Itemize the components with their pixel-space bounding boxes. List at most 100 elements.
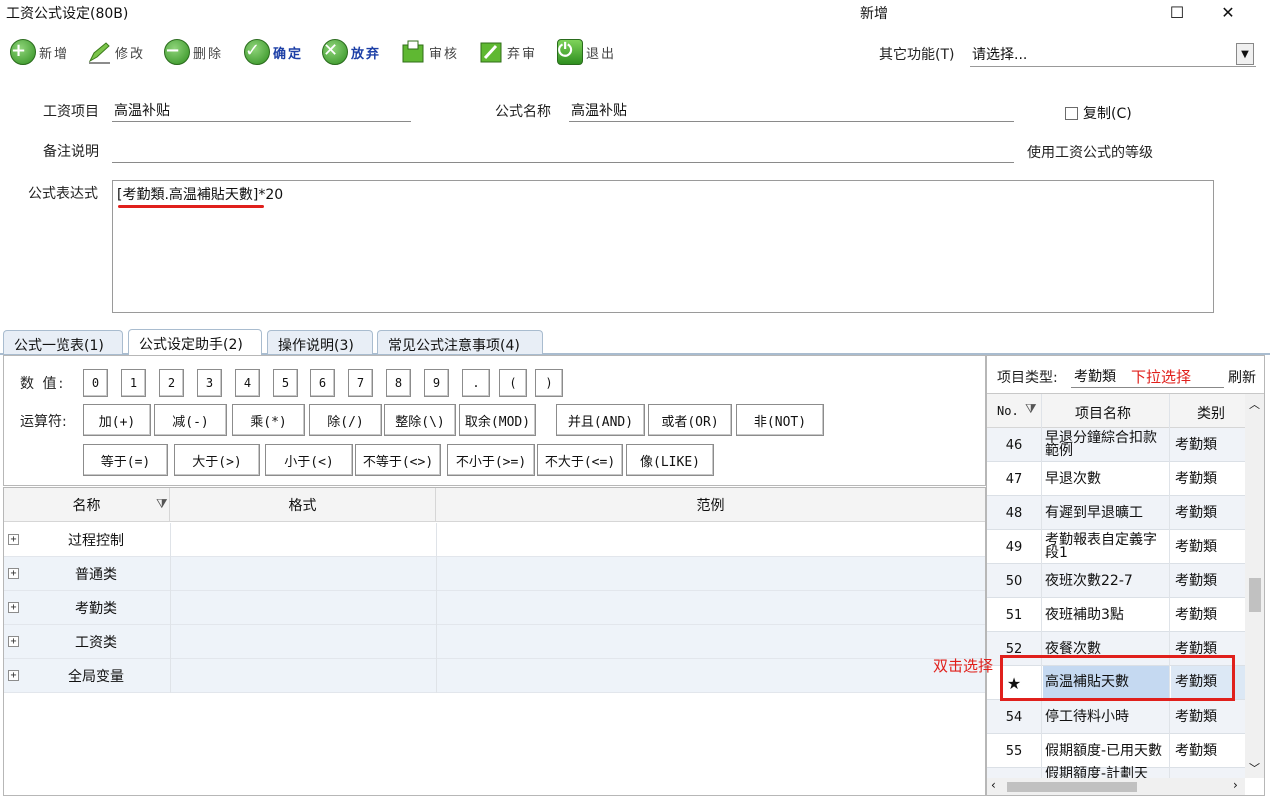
dropdown-hint-annotation: 下拉选择: [1131, 368, 1192, 386]
scroll-right-icon[interactable]: ›: [1233, 778, 1238, 792]
list-item[interactable]: 47 早退次數 考勤類: [987, 462, 1245, 496]
header-category[interactable]: 类别: [1197, 403, 1225, 423]
maximize-button[interactable]: ☐: [1158, 0, 1196, 24]
op-not-equal-button[interactable]: 不等于(<>): [355, 444, 441, 476]
scroll-down-icon[interactable]: ﹀: [1249, 760, 1260, 776]
confirm-button[interactable]: ✓ 确定: [244, 38, 303, 66]
table-row[interactable]: + 全局变量: [4, 659, 985, 693]
other-functions-label: 其它功能(T): [879, 47, 955, 63]
horizontal-scrollbar[interactable]: ‹ ›: [987, 778, 1245, 795]
op-add-button[interactable]: 加(+): [83, 404, 151, 436]
close-icon: ✕: [1221, 2, 1235, 22]
list-item[interactable]: 54 停工待料小時 考勤類: [987, 700, 1245, 734]
table-row[interactable]: + 工资类: [4, 625, 985, 659]
copy-checkbox[interactable]: 复制(C): [1065, 103, 1132, 123]
num-button-2[interactable]: 2: [159, 369, 184, 397]
checkbox-box[interactable]: [1065, 106, 1078, 120]
grid-header-format[interactable]: 格式: [170, 488, 436, 522]
list-item[interactable]: 51 夜班補助3點 考勤類: [987, 598, 1245, 632]
h-scrollbar-thumb[interactable]: [1007, 782, 1137, 792]
op-subtract-button[interactable]: 减(-): [154, 404, 227, 436]
other-functions-select[interactable]: 请选择... ▼: [970, 41, 1256, 67]
grid-header-name[interactable]: 名称 ⧩: [4, 488, 170, 522]
item-type-label: 项目类型:: [997, 370, 1058, 386]
op-greater-button[interactable]: 大于(>): [174, 444, 260, 476]
num-button-rparen[interactable]: ): [535, 369, 563, 397]
unaudit-button[interactable]: 弃审: [478, 38, 537, 66]
close-button[interactable]: ✕: [1209, 0, 1247, 24]
num-button-4[interactable]: 4: [235, 369, 260, 397]
list-item[interactable]: 55 假期額度-已用天數 考勤類: [987, 734, 1245, 768]
op-like-button[interactable]: 像(LIKE): [626, 444, 714, 476]
num-button-dot[interactable]: .: [462, 369, 490, 397]
op-multiply-button[interactable]: 乘(*): [232, 404, 305, 436]
op-not-less-button[interactable]: 不小于(>=): [447, 444, 535, 476]
formula-name-input[interactable]: 高温补贴: [569, 98, 1014, 122]
table-row[interactable]: + 考勤类: [4, 591, 985, 625]
toolbar: + 新增 修改 − 删除 ✓ 确定 ✕ 放弃 审核 弃审 ⏻ 退出 其它功能(T…: [0, 32, 1270, 76]
copy-label: 复制(C): [1083, 106, 1132, 122]
header-item-name[interactable]: 项目名称: [1075, 403, 1131, 423]
item-type-select[interactable]: 考勤類 下拉选择: [1071, 363, 1224, 388]
scrollbar-thumb[interactable]: [1249, 578, 1261, 612]
op-divide-button[interactable]: 除(/): [309, 404, 382, 436]
unaudit-icon: [480, 42, 502, 63]
remark-label: 备注说明: [43, 144, 99, 160]
tab-common-notes[interactable]: 常见公式注意事项(4): [377, 330, 543, 354]
scroll-left-icon[interactable]: ‹: [991, 778, 996, 792]
annotation-underline: [118, 205, 264, 208]
chevron-down-icon[interactable]: ▼: [1236, 43, 1254, 65]
item-input[interactable]: 高温补贴: [112, 98, 411, 122]
edit-button[interactable]: 修改: [86, 38, 145, 66]
column-divider: [1169, 428, 1170, 778]
num-button-0[interactable]: 0: [83, 369, 108, 397]
op-or-button[interactable]: 或者(OR): [648, 404, 732, 436]
item-list: 46 早退分鐘綜合扣款範例 考勤類 47 早退次數 考勤類 48 有遲到早退曠工…: [987, 428, 1245, 778]
list-item[interactable]: 48 有遲到早退曠工 考勤類: [987, 496, 1245, 530]
delete-button[interactable]: − 删除: [164, 38, 223, 66]
audit-button[interactable]: 审核: [400, 38, 459, 66]
item-label: 工资项目: [43, 104, 99, 120]
op-not-button[interactable]: 非(NOT): [736, 404, 824, 436]
num-button-1[interactable]: 1: [121, 369, 146, 397]
num-button-3[interactable]: 3: [197, 369, 222, 397]
tab-formula-list[interactable]: 公式一览表(1): [3, 330, 123, 354]
op-int-divide-button[interactable]: 整除(\): [384, 404, 456, 436]
tab-instructions[interactable]: 操作说明(3): [267, 330, 373, 354]
op-equal-button[interactable]: 等于(=): [83, 444, 168, 476]
expression-textarea[interactable]: [考勤類.高温補貼天數]*20: [112, 180, 1214, 313]
vertical-scrollbar[interactable]: ︿ ﹀: [1245, 394, 1264, 778]
num-button-6[interactable]: 6: [310, 369, 335, 397]
op-less-button[interactable]: 小于(<): [265, 444, 353, 476]
tab-formula-helper[interactable]: 公式设定助手(2): [128, 329, 262, 355]
table-row[interactable]: + 过程控制: [4, 523, 985, 557]
remark-input[interactable]: [112, 139, 1014, 163]
list-item[interactable]: 假期額度-計劃天: [987, 767, 1245, 778]
add-button[interactable]: + 新增: [10, 38, 69, 66]
formula-name-label: 公式名称: [495, 104, 551, 120]
operator-panel: 数 值: 0 1 2 3 4 5 6 7 8 9 . ( ) 运算符: 加(+)…: [3, 355, 986, 486]
refresh-button[interactable]: 刷新: [1228, 367, 1256, 387]
grid-header-example[interactable]: 范例: [436, 488, 985, 522]
scroll-up-icon[interactable]: ︿: [1249, 396, 1260, 412]
list-item[interactable]: 49 考勤報表自定義字段1 考勤類: [987, 530, 1245, 564]
confirm-icon: ✓: [244, 39, 270, 65]
num-button-9[interactable]: 9: [424, 369, 449, 397]
num-button-8[interactable]: 8: [386, 369, 411, 397]
exit-button[interactable]: ⏻ 退出: [557, 38, 616, 66]
num-button-lparen[interactable]: (: [499, 369, 527, 397]
list-item[interactable]: 46 早退分鐘綜合扣款範例 考勤類: [987, 428, 1245, 462]
table-row[interactable]: + 普通类: [4, 557, 985, 591]
op-not-greater-button[interactable]: 不大于(<=): [537, 444, 623, 476]
op-and-button[interactable]: 并且(AND): [556, 404, 645, 436]
num-button-7[interactable]: 7: [348, 369, 373, 397]
expression-operator: *20: [258, 187, 284, 203]
header-no[interactable]: No.: [997, 404, 1019, 418]
filter-icon[interactable]: ⧩: [1025, 402, 1037, 417]
list-item[interactable]: 50 夜班次數22-7 考勤類: [987, 564, 1245, 598]
maximize-icon: ☐: [1169, 2, 1185, 22]
num-button-5[interactable]: 5: [273, 369, 298, 397]
op-mod-button[interactable]: 取余(MOD): [459, 404, 536, 436]
filter-icon[interactable]: ⧩: [156, 497, 168, 512]
abandon-button[interactable]: ✕ 放弃: [322, 38, 381, 66]
